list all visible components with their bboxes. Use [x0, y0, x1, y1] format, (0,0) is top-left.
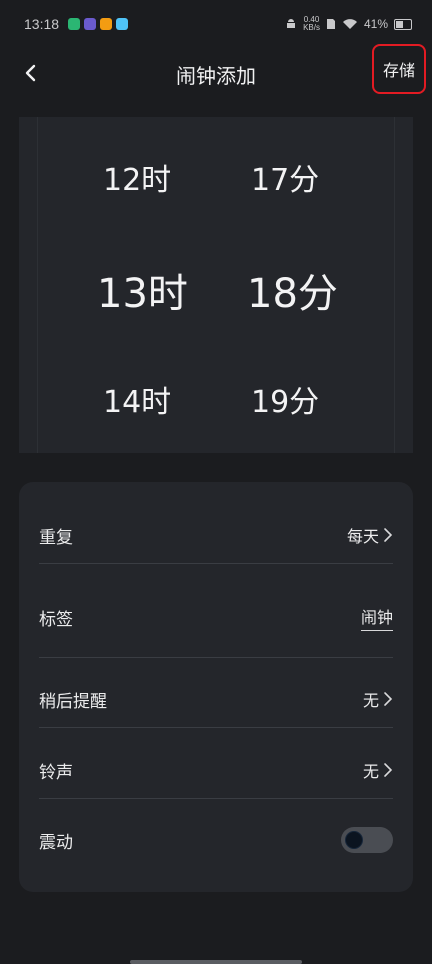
snooze-value-group: 无 [363, 687, 393, 711]
tag-input[interactable]: 闹钟 [360, 604, 393, 631]
sim-icon [326, 19, 335, 29]
notification-app-icon [100, 18, 112, 30]
minute-option-prev[interactable]: 17分 [251, 155, 319, 199]
minute-option-next[interactable]: 19分 [251, 377, 319, 421]
time-picker[interactable]: 12时 13时 14时 17分 18分 19分 [19, 117, 413, 453]
status-time: 13:18 [24, 16, 60, 32]
ringtone-row[interactable]: 铃声 无 [39, 753, 393, 787]
ringtone-label: 铃声 [39, 762, 73, 783]
minute-option-selected[interactable]: 18分 [247, 261, 338, 319]
snooze-row[interactable]: 稍后提醒 无 [39, 682, 393, 716]
wifi-icon [342, 19, 357, 29]
save-button[interactable]: 存储 [372, 44, 426, 94]
picker-divider [37, 117, 38, 453]
notification-app-icon [84, 18, 96, 30]
chevron-right-icon [384, 528, 393, 542]
tag-label: 标签 [39, 609, 73, 630]
notification-app-icon [116, 18, 128, 30]
battery-icon [394, 18, 412, 30]
divider [39, 727, 393, 728]
repeat-label: 重复 [39, 527, 73, 548]
snooze-value: 无 [362, 691, 379, 710]
home-indicator[interactable] [130, 960, 302, 964]
hour-option-selected[interactable]: 13时 [97, 261, 188, 319]
net-speed: 0.40 KB/s [303, 15, 320, 32]
status-indicators: 0.40 KB/s 41% [285, 16, 412, 32]
toggle-knob [345, 831, 363, 849]
chevron-right-icon [384, 692, 393, 706]
page-title: 闹钟添加 [176, 64, 256, 88]
chevron-right-icon [384, 763, 393, 777]
divider [39, 563, 393, 564]
picker-divider [394, 117, 395, 453]
status-app-icons [68, 18, 128, 30]
notification-app-icon [68, 18, 80, 30]
repeat-row[interactable]: 重复 每天 [39, 518, 393, 552]
repeat-value: 每天 [346, 527, 379, 546]
divider [39, 798, 393, 799]
top-bar: 闹钟添加 存储 [0, 44, 432, 96]
battery-percent: 41% [363, 17, 388, 31]
divider [39, 657, 393, 658]
alarm-settings-card: 重复 每天 标签 闹钟 稍后提醒 无 铃声 无 震动 [19, 482, 413, 892]
tag-row[interactable]: 标签 闹钟 [39, 600, 393, 634]
hour-option-next[interactable]: 14时 [103, 377, 171, 421]
android-icon [287, 19, 296, 28]
snooze-label: 稍后提醒 [39, 691, 107, 712]
ringtone-value-group: 无 [363, 758, 393, 782]
vibrate-label: 震动 [39, 832, 73, 853]
vibrate-row: 震动 [39, 823, 393, 857]
repeat-value-group: 每天 [347, 523, 393, 547]
ringtone-value: 无 [362, 762, 379, 781]
status-bar: 13:18 0.40 KB/s 41% [0, 0, 432, 50]
hour-option-prev[interactable]: 12时 [103, 155, 171, 199]
vibrate-toggle[interactable] [341, 827, 393, 853]
